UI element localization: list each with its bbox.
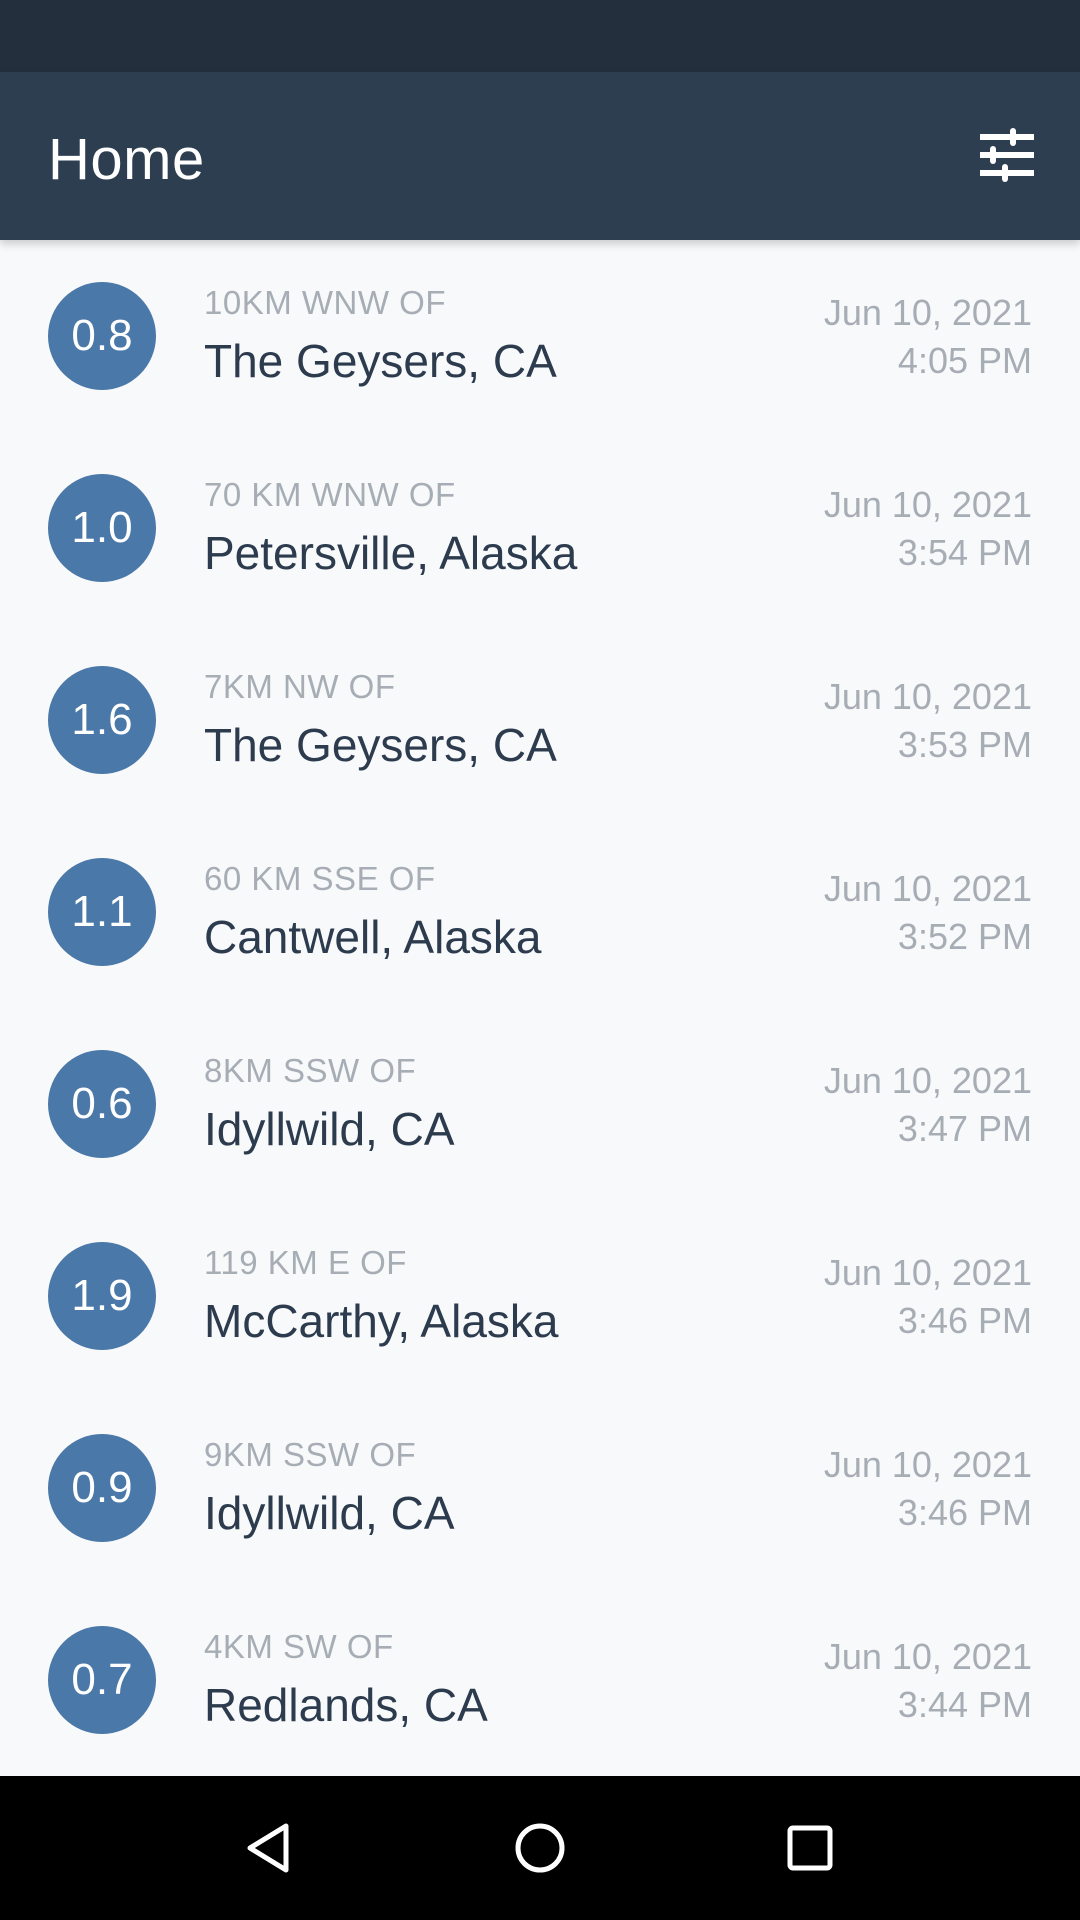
page-title: Home [48, 127, 205, 192]
location-offset: 70 KM WNW OF [204, 476, 456, 513]
recents-square-icon [787, 1825, 833, 1871]
list-item[interactable]: 0.9 9KM SSW OF Idyllwild, CA Jun 10, 202… [0, 1392, 1080, 1584]
status-bar [0, 0, 1080, 72]
magnitude-badge: 1.6 [48, 666, 156, 774]
location-offset: 4KM SW OF [204, 1628, 394, 1665]
earthquake-list: 0.8 10KM WNW OF The Geysers, CA Jun 10, … [0, 240, 1080, 1776]
quake-time: 3:46 PM [897, 1492, 1032, 1533]
system-nav-bar [0, 1776, 1080, 1920]
magnitude-badge: 0.6 [48, 1050, 156, 1158]
list-item[interactable]: 0.8 10KM WNW OF The Geysers, CA Jun 10, … [0, 240, 1080, 432]
quake-time: 3:52 PM [897, 916, 1032, 957]
quake-time: 3:47 PM [897, 1108, 1032, 1149]
magnitude-badge: 0.7 [48, 1626, 156, 1734]
back-button[interactable] [238, 1816, 302, 1880]
quake-date: Jun 10, 2021 [823, 868, 1032, 909]
location-name: The Geysers, CA [204, 335, 557, 387]
quake-date: Jun 10, 2021 [823, 1636, 1032, 1677]
filter-button[interactable] [978, 124, 1040, 186]
quake-time: 3:53 PM [897, 724, 1032, 765]
recents-button[interactable] [778, 1816, 842, 1880]
quake-time: 4:05 PM [897, 340, 1032, 381]
magnitude-badge: 0.8 [48, 282, 156, 390]
location-name: Idyllwild, CA [204, 1103, 455, 1155]
list-item[interactable]: 1.1 60 KM SSE OF Cantwell, Alaska Jun 10… [0, 816, 1080, 1008]
back-triangle-icon [247, 1823, 289, 1873]
location-name: The Geysers, CA [204, 719, 557, 771]
location-offset: 7KM NW OF [204, 668, 396, 705]
location-name: Petersville, Alaska [204, 527, 578, 579]
magnitude-badge: 1.0 [48, 474, 156, 582]
quake-date: Jun 10, 2021 [823, 484, 1032, 525]
location-name: Redlands, CA [204, 1679, 488, 1731]
magnitude-badge: 1.1 [48, 858, 156, 966]
quake-date: Jun 10, 2021 [823, 1252, 1032, 1293]
location-name: Cantwell, Alaska [204, 911, 542, 963]
location-name: Idyllwild, CA [204, 1487, 455, 1539]
home-button[interactable] [508, 1816, 572, 1880]
app-bar: Home [0, 72, 1080, 240]
location-offset: 9KM SSW OF [204, 1436, 417, 1473]
list-item[interactable]: 0.7 4KM SW OF Redlands, CA Jun 10, 2021 … [0, 1584, 1080, 1776]
magnitude-badge: 0.9 [48, 1434, 156, 1542]
location-offset: 60 KM SSE OF [204, 860, 436, 897]
home-circle-icon [515, 1823, 565, 1873]
location-offset: 10KM WNW OF [204, 284, 446, 321]
sliders-icon [980, 128, 1034, 182]
quake-date: Jun 10, 2021 [823, 1444, 1032, 1485]
quake-date: Jun 10, 2021 [823, 1060, 1032, 1101]
location-offset: 119 KM E OF [204, 1244, 407, 1281]
list-item[interactable]: 0.6 8KM SSW OF Idyllwild, CA Jun 10, 202… [0, 1008, 1080, 1200]
magnitude-badge: 1.9 [48, 1242, 156, 1350]
list-item[interactable]: 1.0 70 KM WNW OF Petersville, Alaska Jun… [0, 432, 1080, 624]
quake-time: 3:54 PM [897, 532, 1032, 573]
quake-time: 3:44 PM [897, 1684, 1032, 1725]
location-name: McCarthy, Alaska [204, 1295, 559, 1347]
list-item[interactable]: 1.9 119 KM E OF McCarthy, Alaska Jun 10,… [0, 1200, 1080, 1392]
location-offset: 8KM SSW OF [204, 1052, 417, 1089]
list-item[interactable]: 1.6 7KM NW OF The Geysers, CA Jun 10, 20… [0, 624, 1080, 816]
quake-time: 3:46 PM [897, 1300, 1032, 1341]
quake-date: Jun 10, 2021 [823, 676, 1032, 717]
quake-date: Jun 10, 2021 [823, 292, 1032, 333]
